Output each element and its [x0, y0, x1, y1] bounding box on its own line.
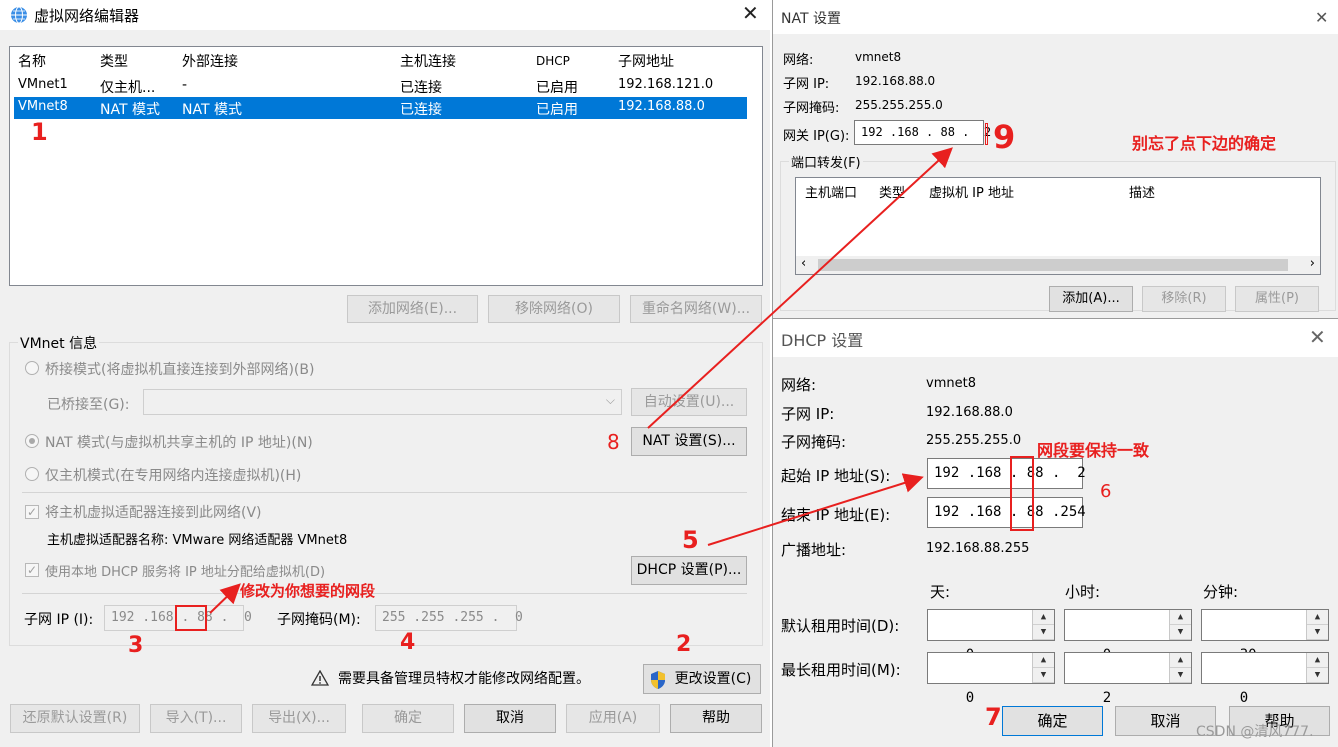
arrow-subnet-annotation — [209, 583, 241, 614]
step-8-label: 8 — [607, 430, 620, 454]
step-6-label: 6 — [1100, 481, 1112, 502]
modify-subnet-note: 修改为你想要的网段 — [240, 582, 376, 600]
step-2-label: 2 — [676, 632, 692, 657]
dont-forget-ok-note: 别忘了点下边的确定 — [1132, 134, 1277, 153]
step-4-label: 4 — [400, 630, 416, 655]
arrow-nat-to-gateway — [647, 147, 953, 429]
watermark: CSDN @清风777. — [1196, 724, 1314, 740]
step-7-label: 7 — [985, 703, 1002, 731]
arrow-dhcp-to-start-ip — [707, 473, 924, 546]
step-5-label: 5 — [682, 526, 699, 554]
arrows-overlay — [209, 147, 953, 614]
step-9-label: 9 — [993, 118, 1016, 156]
keep-consistent-note: 网段要保持一致 — [1037, 441, 1150, 460]
step-3-label: 3 — [128, 633, 144, 658]
step-1-label: 1 — [31, 118, 48, 146]
